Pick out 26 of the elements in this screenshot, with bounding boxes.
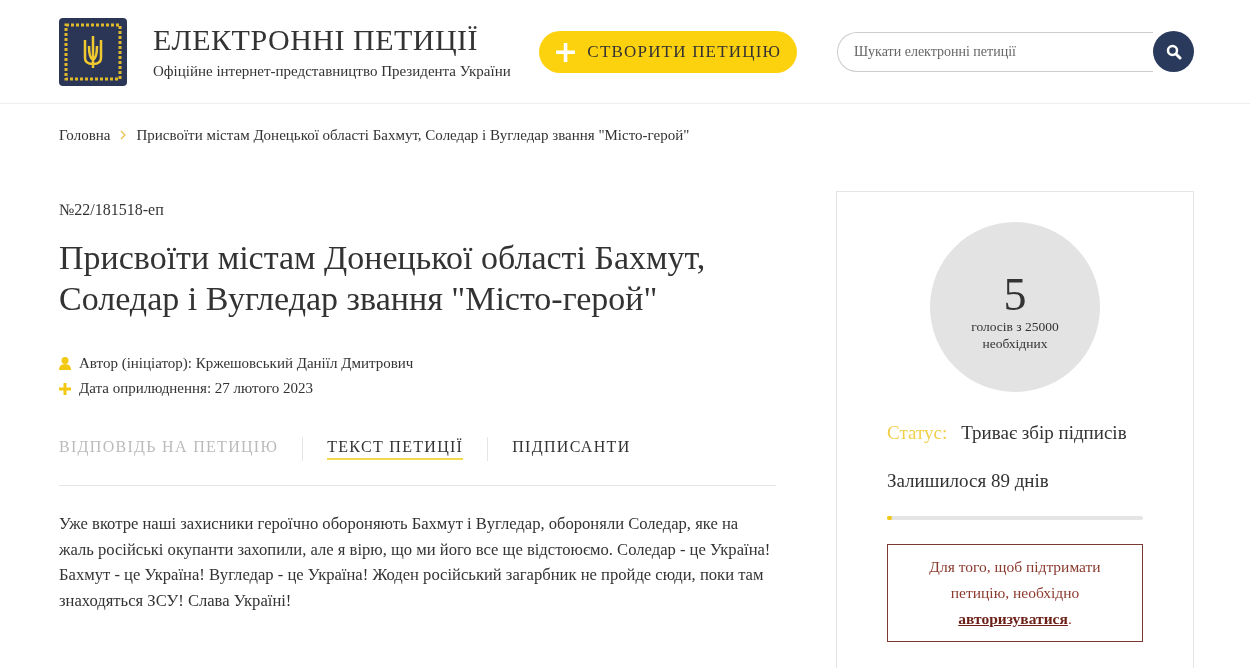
plus-icon bbox=[59, 382, 71, 395]
breadcrumb-link[interactable]: Головна bbox=[59, 126, 111, 144]
search-field[interactable]: Шукати електронні петиції bbox=[837, 31, 1153, 72]
meta-text: Автор (ініціатор): Кржешовський Даніїл Дмитрович bbox=[79, 355, 414, 372]
vote-caption: голосів з 25000 необхідних bbox=[970, 318, 1060, 352]
days-remaining: Залишилося 89 днів bbox=[887, 470, 1050, 492]
status-value: Триває збір підписів bbox=[961, 422, 1127, 444]
login-link[interactable]: авторизуватися bbox=[958, 610, 1068, 627]
search-icon bbox=[1165, 43, 1182, 60]
petition-title: Присвоїти містам Донецької області Бахмут, Соледар і Вугледар звання "Місто-герой" bbox=[59, 238, 707, 319]
login-notice: Для того, щоб підтримати петицію, необхідно авторизуватися. bbox=[887, 544, 1143, 642]
vote-count: 5 bbox=[1003, 272, 1027, 318]
petition-tab[interactable]: ТЕКСТ ПЕТИЦІЇ bbox=[327, 438, 464, 460]
meta-text: Дата оприлюднення: 27 лютого 2023 bbox=[79, 380, 313, 397]
site-title: ЕЛЕКТРОННІ ПЕТИЦІЇ bbox=[153, 23, 480, 57]
status-label: Статус: bbox=[887, 422, 948, 444]
coat-of-arms-logo bbox=[59, 17, 127, 86]
search-button[interactable] bbox=[1153, 31, 1194, 72]
breadcrumb-link[interactable]: Присвоїти містам Донецької області Бахмут, Соледар і Вугледар звання "Місто-герой" bbox=[136, 126, 690, 144]
create-petition-button[interactable]: + СТВОРИТИ ПЕТИЦІЮ bbox=[539, 30, 798, 73]
site-subtitle: Офіційне інтернет-представництво Президента України bbox=[153, 63, 512, 80]
petition-number: №22/181518-еп bbox=[59, 201, 165, 219]
chevron-icon bbox=[120, 130, 127, 140]
petition-tab[interactable]: ПІДПИСАНТИ bbox=[512, 438, 631, 460]
petition-text: Уже вкотре наші захисники героїчно обороняють Бахмут і Вугледар, обороняли Соледар, яке на жаль російські окупанти захопили, але я вірю, що ми його все ще відстоюємо. Соледар - це Україна! Бахмут - це Україна! Вугледар - це Україна! Жоден російський загарбник не пройде сюди, поки там знаходяться ЗСУ! Слава Україні! bbox=[59, 513, 772, 612]
person-icon bbox=[59, 357, 71, 370]
